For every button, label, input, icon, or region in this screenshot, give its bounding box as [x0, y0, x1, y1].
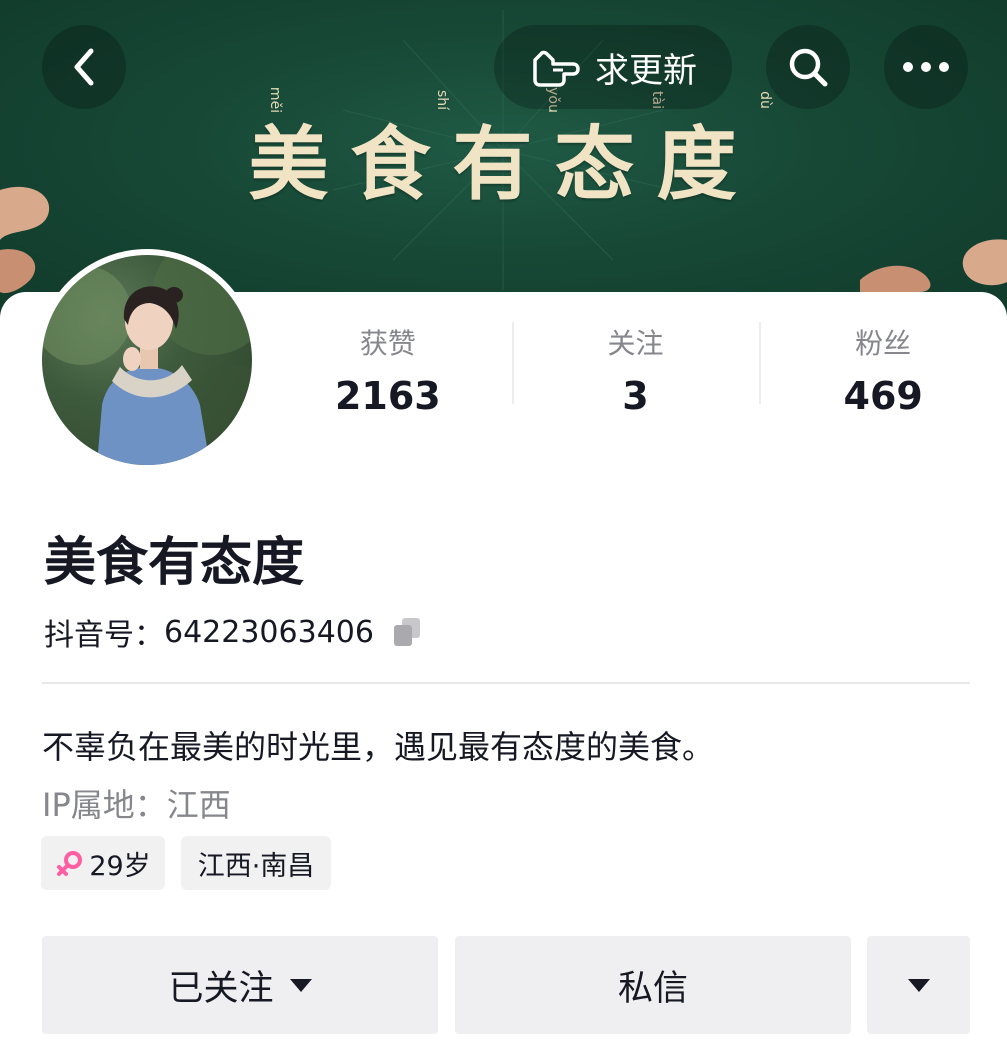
section-divider	[42, 682, 970, 684]
hand-pointer-icon	[533, 50, 580, 87]
age-tag: 29岁	[41, 836, 165, 890]
ip-location: IP属地：江西	[42, 786, 231, 824]
back-button[interactable]	[42, 25, 126, 109]
search-button[interactable]	[766, 25, 850, 109]
message-button[interactable]: 私信	[455, 936, 851, 1034]
copy-icon	[393, 618, 420, 646]
more-icon	[903, 62, 949, 72]
age-tag-label: 29岁	[89, 850, 151, 882]
avatar[interactable]	[36, 249, 258, 471]
avatar-photo	[42, 255, 252, 465]
stat-followers[interactable]: 粉丝 469	[759, 318, 1007, 418]
stat-following-value: 3	[622, 374, 649, 418]
profile-bio: 不辜负在最美的时光里，遇见最有态度的美食。	[42, 728, 715, 766]
stat-followers-label: 粉丝	[855, 327, 912, 360]
caret-down-icon	[907, 978, 930, 992]
back-icon	[74, 48, 94, 86]
message-label: 私信	[617, 968, 688, 1009]
douyin-id: 抖音号： 64223063406	[44, 610, 424, 654]
location-tag: 江西·南昌	[181, 836, 331, 890]
banner-title: 美食有态度	[248, 117, 759, 211]
followed-button[interactable]: 已关注	[42, 936, 438, 1034]
request-update-button[interactable]: 求更新	[494, 25, 732, 109]
douyin-id-value: 64223063406	[164, 614, 374, 650]
stat-following[interactable]: 关注 3	[511, 318, 760, 418]
stat-followers-value: 469	[843, 374, 923, 418]
stat-following-label: 关注	[607, 327, 664, 360]
profile-name: 美食有态度	[44, 533, 305, 593]
female-icon	[57, 851, 83, 876]
location-tag-label: 江西·南昌	[197, 850, 315, 882]
search-icon	[789, 48, 828, 87]
more-button[interactable]	[884, 25, 968, 109]
stat-likes[interactable]: 获赞 2163	[264, 318, 512, 418]
followed-label: 已关注	[168, 968, 274, 1009]
caret-down-icon	[289, 978, 312, 992]
stat-likes-value: 2163	[334, 374, 441, 418]
douyin-id-label: 抖音号：	[44, 618, 164, 653]
more-actions-button[interactable]	[867, 936, 970, 1034]
copy-id-button[interactable]	[390, 615, 424, 649]
profile-stats: 获赞 2163 关注 3 粉丝 469	[264, 318, 1007, 418]
request-update-label: 求更新	[595, 50, 697, 91]
avatar-illustration	[42, 255, 252, 465]
stat-likes-label: 获赞	[359, 327, 416, 360]
